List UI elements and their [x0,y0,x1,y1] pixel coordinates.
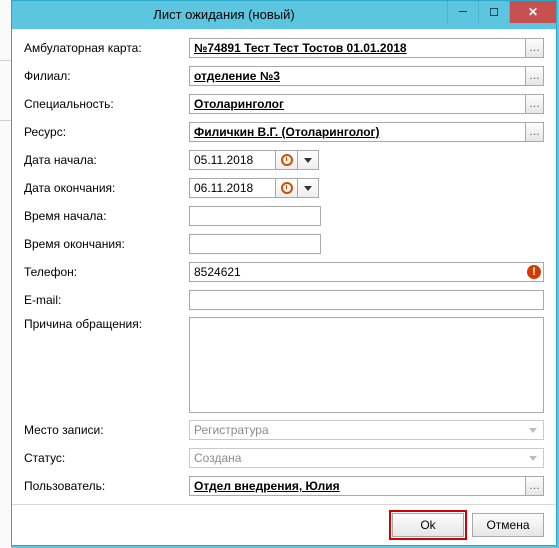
label-phone: Телефон: [24,265,189,279]
status-select: Создана [189,448,544,468]
label-reason: Причина обращения: [24,317,189,331]
form-area: Амбулаторная карта: №74891 Тест Тест Тос… [12,29,556,504]
branch-field[interactable]: отделение №3 [189,66,525,86]
resource-field[interactable]: Филичкин В.Г. (Отоларинголог) [189,122,525,142]
card-field[interactable]: №74891 Тест Тест Тостов 01.01.2018 [189,38,525,58]
label-time-end: Время окончания: [24,237,189,251]
chevron-down-icon [304,186,312,191]
phone-input[interactable] [189,262,544,282]
label-date-end: Дата окончания: [24,181,189,195]
label-date-start: Дата начала: [24,153,189,167]
user-field[interactable]: Отдел внедрения, Юлия [189,476,525,496]
window-title: Лист ожидания (новый) [12,1,436,29]
close-button[interactable]: ✕ [509,1,556,23]
date-end-today-button[interactable] [275,178,297,198]
window-controls: ─ ☐ ✕ [447,1,556,23]
label-place: Место записи: [24,423,189,437]
date-start-today-button[interactable] [275,150,297,170]
branch-picker-button[interactable]: … [525,66,544,86]
waiting-list-dialog: Лист ожидания (новый) ─ ☐ ✕ Амбулаторная… [11,0,557,546]
label-resource: Ресурс: [24,125,189,139]
validation-error-icon: ! [527,265,541,279]
email-input[interactable] [189,290,544,310]
date-start-input[interactable] [189,150,275,170]
card-picker-button[interactable]: … [525,38,544,58]
label-specialty: Специальность: [24,97,189,111]
cancel-button[interactable]: Отмена [472,513,544,537]
label-email: E-mail: [24,293,189,307]
label-branch: Филиал: [24,69,189,83]
label-card: Амбулаторная карта: [24,41,189,55]
ok-button[interactable]: Ok [392,513,464,537]
time-start-input[interactable] [189,206,321,226]
maximize-button[interactable]: ☐ [478,1,509,23]
label-time-start: Время начала: [24,209,189,223]
label-user: Пользователь: [24,479,189,493]
specialty-field[interactable]: Отоларинголог [189,94,525,114]
clock-icon [281,182,293,194]
resource-picker-button[interactable]: … [525,122,544,142]
time-end-input[interactable] [189,234,321,254]
place-select: Регистратура [189,420,544,440]
clock-icon [281,154,293,166]
date-start-dropdown-button[interactable] [297,150,319,170]
dialog-button-bar: Ok Отмена [12,504,556,545]
label-status: Статус: [24,451,189,465]
date-end-dropdown-button[interactable] [297,178,319,198]
chevron-down-icon [304,158,312,163]
date-end-input[interactable] [189,178,275,198]
specialty-picker-button[interactable]: … [525,94,544,114]
titlebar: Лист ожидания (новый) ─ ☐ ✕ [12,1,556,29]
user-picker-button[interactable]: … [525,476,544,496]
minimize-button[interactable]: ─ [447,1,478,23]
reason-textarea[interactable] [189,317,544,413]
